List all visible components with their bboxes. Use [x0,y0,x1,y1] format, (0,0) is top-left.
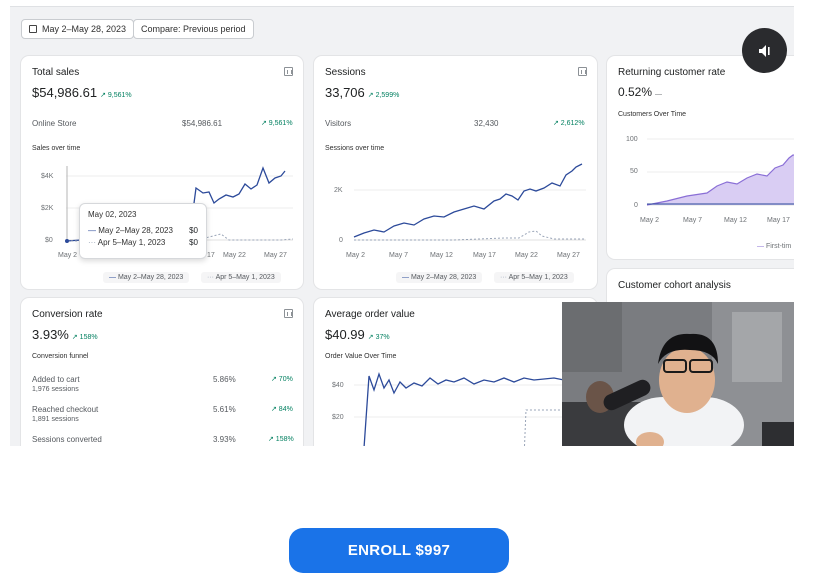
funnel-label: Sessions converted [32,435,102,444]
funnel-pct: 3.93% [213,435,236,444]
aov-card: Average order value $40.99 ↗ 37% Order Va… [314,298,597,446]
enroll-button[interactable]: ENROLL $997 [289,528,509,573]
returning-area-chart [646,138,794,206]
sessions-line-chart [353,163,586,241]
aov-line-chart [354,371,597,446]
compare-label: Compare: Previous period [141,24,246,34]
legend-previous[interactable]: ··· Apr 5–May 1, 2023 [494,272,574,283]
card-title: Conversion rate [32,309,103,320]
funnel-sub: 1,976 sessions [32,386,79,393]
speaker-icon [758,44,770,57]
funnel-change: ↗ 84% [271,406,293,413]
sessions-card: Sessions 33,706 ↗ 2,599% Visitors 32,430 … [314,56,597,289]
calendar-icon [29,25,37,33]
legend-current[interactable]: — May 2–May 28, 2023 [103,272,190,283]
card-title: Customer cohort analysis [618,280,731,291]
returning-customer-card: Returning customer rate 0.52% — Customers… [607,56,794,259]
date-range-button[interactable]: May 2–May 28, 2023 [21,19,135,39]
chart-icon[interactable] [284,309,293,318]
legend-first-time[interactable]: — First-tim [757,243,791,250]
funnel-pct: 5.61% [213,405,236,414]
funnel-label: Added to cart [32,375,80,384]
mute-button[interactable] [742,28,787,73]
conversion-card: Conversion rate 3.93% ↗ 158% Conversion f… [21,298,303,446]
tooltip-row: ··· Apr 5–May 1, 2023 $0 [88,238,198,247]
tooltip-row: — May 2–May 28, 2023 $0 [88,226,198,235]
funnel-change: ↗ 158% [268,436,294,443]
conversion-value: 3.93% ↗ 158% [32,327,98,342]
legend-previous[interactable]: ··· Apr 5–May 1, 2023 [201,272,281,283]
date-range-label: May 2–May 28, 2023 [42,24,127,34]
chart-subtitle: Conversion funnel [32,353,89,360]
tooltip-date: May 02, 2023 [88,210,137,219]
legend-current[interactable]: — May 2–May 28, 2023 [396,272,483,283]
presenter-video[interactable] [562,302,794,446]
presenter-image [562,302,794,446]
funnel-label: Reached checkout [32,405,99,414]
funnel-pct: 5.86% [213,375,236,384]
funnel-change: ↗ 70% [271,376,293,383]
funnel-sub: 1,891 sessions [32,416,79,423]
chart-tooltip: May 02, 2023 — May 2–May 28, 2023 $0 ···… [79,203,207,259]
compare-button[interactable]: Compare: Previous period [133,19,254,39]
analytics-dashboard: May 2–May 28, 2023 Compare: Previous per… [10,6,794,446]
